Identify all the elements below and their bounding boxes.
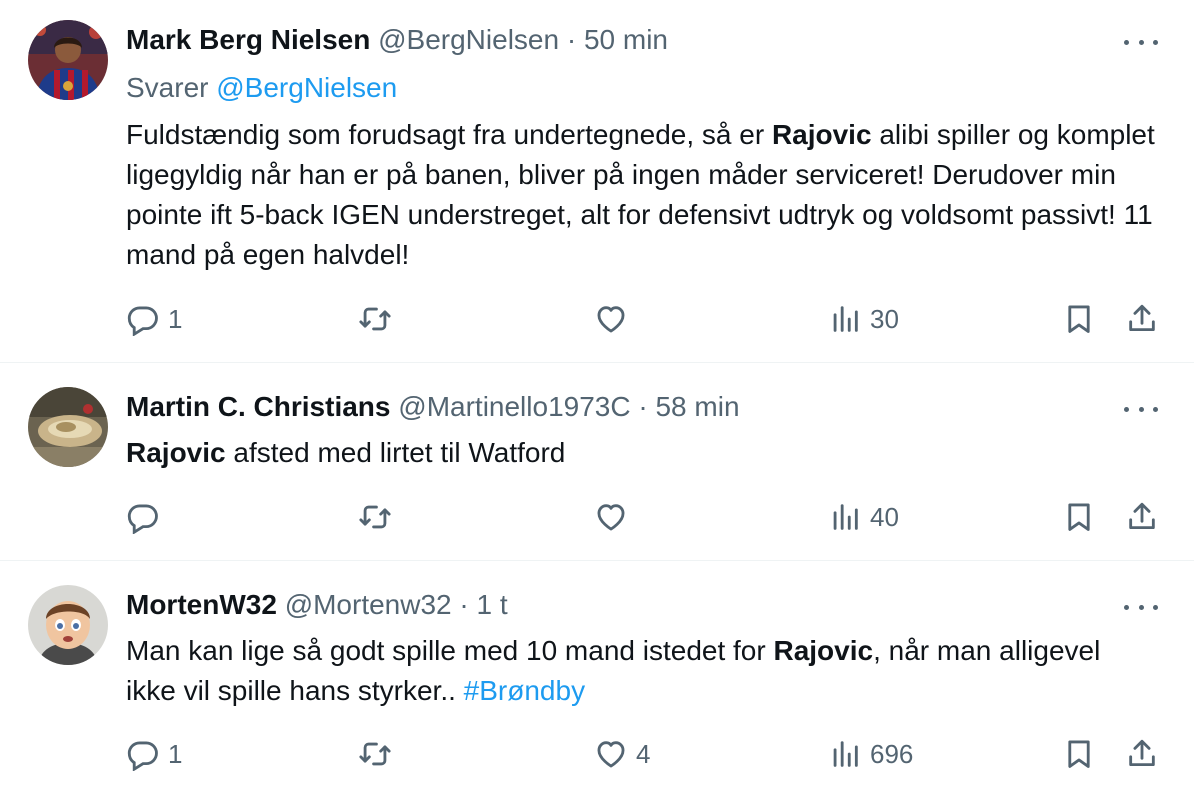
bar-chart-icon xyxy=(828,500,862,534)
reply-button[interactable]: 1 xyxy=(126,299,182,339)
tweet-text: Fuldstændig som forudsagt fra undertegne… xyxy=(126,115,1156,275)
avatar[interactable] xyxy=(28,585,108,665)
author-name[interactable]: Mark Berg Nielsen xyxy=(126,24,370,55)
hashtag-link[interactable]: #Brøndby xyxy=(464,675,585,706)
bookmark-button[interactable] xyxy=(1062,734,1096,774)
share-button[interactable] xyxy=(1125,497,1159,537)
like-count: 4 xyxy=(636,738,651,769)
author-handle[interactable]: @Martinello1973C xyxy=(398,391,630,422)
author-name[interactable]: MortenW32 xyxy=(126,589,277,620)
tweet-text: Rajovic afsted med lirtet til Watford xyxy=(126,433,1156,473)
tweet-text: Man kan lige så godt spille med 10 mand … xyxy=(126,631,1156,711)
replying-to-mention[interactable]: @BergNielsen xyxy=(216,72,397,103)
text-part: afsted med lirtet til Watford xyxy=(225,437,566,468)
reply-button[interactable] xyxy=(126,497,168,537)
retweet-arrows-icon xyxy=(358,302,392,336)
action-bar: 1 4 696 xyxy=(0,734,1194,774)
heart-icon xyxy=(594,500,628,534)
avatar[interactable] xyxy=(28,20,108,100)
share-upload-icon xyxy=(1125,302,1159,336)
replying-to-label: Svarer xyxy=(126,72,209,103)
views-button[interactable]: 30 xyxy=(828,299,899,339)
heart-icon xyxy=(594,302,628,336)
author-handle[interactable]: @Mortenw32 xyxy=(285,589,452,620)
text-bold: Rajovic xyxy=(773,635,874,666)
separator-dot: · xyxy=(459,589,469,620)
share-upload-icon xyxy=(1125,500,1159,534)
action-bar: 40 xyxy=(0,497,1194,537)
text-part: Man kan lige så godt spille med 10 mand … xyxy=(126,635,774,666)
timestamp[interactable]: 50 min xyxy=(584,24,668,55)
share-button[interactable] xyxy=(1125,734,1159,774)
reply-button[interactable]: 1 xyxy=(126,734,182,774)
reply-bubble-icon xyxy=(126,737,160,771)
bookmark-icon xyxy=(1062,302,1096,336)
timestamp[interactable]: 1 t xyxy=(477,589,508,620)
view-count: 696 xyxy=(870,738,914,769)
bar-chart-icon xyxy=(828,737,862,771)
separator-dot: · xyxy=(638,391,648,422)
more-dots-icon[interactable] xyxy=(1124,597,1158,617)
text-bold: Rajovic xyxy=(771,119,872,150)
more-dots-icon[interactable] xyxy=(1124,32,1158,52)
author-name[interactable]: Martin C. Christians xyxy=(126,391,390,422)
timestamp[interactable]: 58 min xyxy=(655,391,739,422)
text-part: Fuldstændig som forudsagt fra undertegne… xyxy=(126,119,772,150)
reply-count: 1 xyxy=(168,738,183,769)
like-button[interactable] xyxy=(594,299,636,339)
more-dots-icon[interactable] xyxy=(1124,399,1158,419)
tweet-1[interactable]: Mark Berg Nielsen @BergNielsen · 50 min … xyxy=(0,0,1194,362)
tweet-2[interactable]: Martin C. Christians @Martinello1973C · … xyxy=(0,363,1194,560)
retweet-button[interactable] xyxy=(358,734,400,774)
author-handle[interactable]: @BergNielsen xyxy=(378,24,559,55)
retweet-arrows-icon xyxy=(358,500,392,534)
view-count: 30 xyxy=(870,303,899,334)
bookmark-button[interactable] xyxy=(1062,299,1096,339)
heart-icon xyxy=(594,737,628,771)
like-button[interactable] xyxy=(594,497,636,537)
bar-chart-icon xyxy=(828,302,862,336)
bookmark-button[interactable] xyxy=(1062,497,1096,537)
share-upload-icon xyxy=(1125,737,1159,771)
bookmark-icon xyxy=(1062,500,1096,534)
reply-bubble-icon xyxy=(126,302,160,336)
views-button[interactable]: 696 xyxy=(828,734,913,774)
bookmark-icon xyxy=(1062,737,1096,771)
like-button[interactable]: 4 xyxy=(594,734,650,774)
views-button[interactable]: 40 xyxy=(828,497,899,537)
avatar[interactable] xyxy=(28,387,108,467)
reply-bubble-icon xyxy=(126,500,160,534)
retweet-button[interactable] xyxy=(358,299,400,339)
retweet-arrows-icon xyxy=(358,737,392,771)
retweet-button[interactable] xyxy=(358,497,400,537)
text-bold: Rajovic xyxy=(126,437,226,468)
view-count: 40 xyxy=(870,501,899,532)
action-bar: 1 30 xyxy=(0,299,1194,339)
reply-count: 1 xyxy=(168,303,183,334)
share-button[interactable] xyxy=(1125,299,1159,339)
separator-dot: · xyxy=(566,24,577,55)
tweet-3[interactable]: MortenW32 @Mortenw32 · 1 t Man kan lige … xyxy=(0,561,1194,796)
replying-to: Svarer @BergNielsen xyxy=(126,70,397,106)
